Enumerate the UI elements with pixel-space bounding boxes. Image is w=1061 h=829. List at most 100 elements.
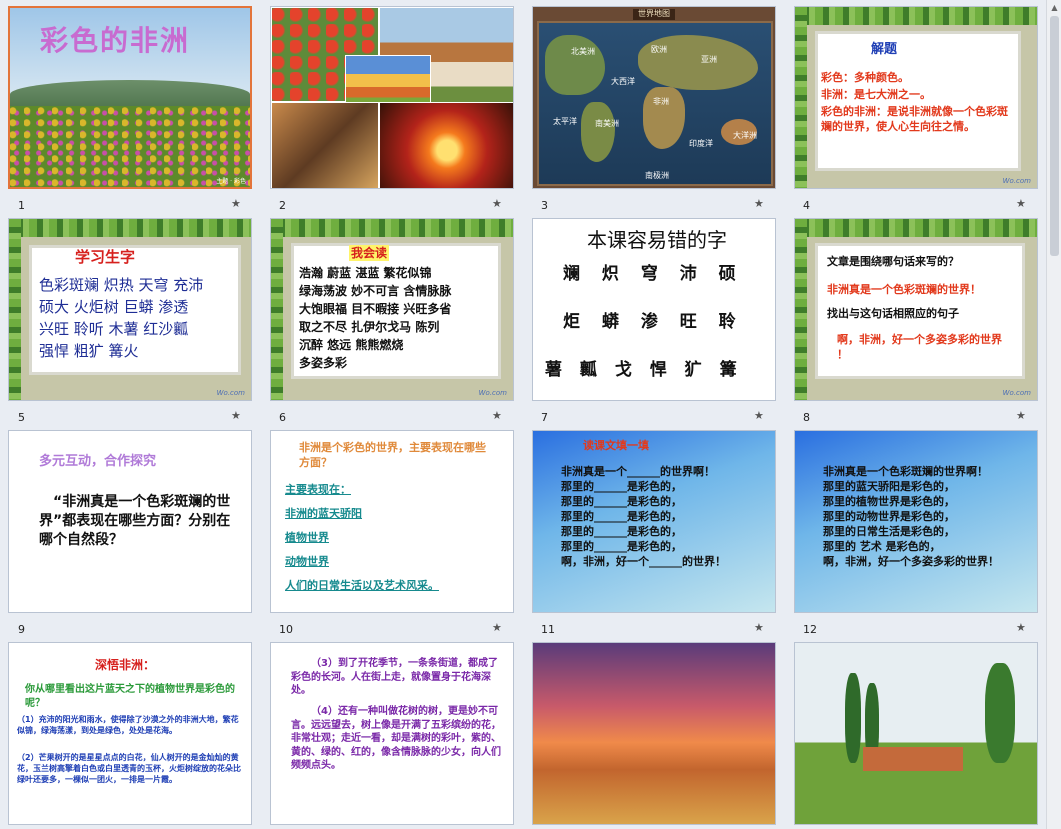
animation-star-icon[interactable]: ★ bbox=[1016, 197, 1026, 210]
slide-12-line: 那里的动物世界是彩色的， bbox=[823, 510, 955, 523]
slide-thumbnail-13[interactable]: 深悟非洲： 你从哪里看出这片蓝天之下的植物世界是彩色的呢？ （1）充沛的阳光和雨… bbox=[8, 642, 252, 825]
slide-10-item: 动物世界 bbox=[285, 555, 329, 568]
slide-10-item: 人们的日常生活以及艺术风采。 bbox=[285, 579, 439, 592]
slide-11-line: 啊，非洲，好一个______的世界！ bbox=[561, 555, 726, 568]
slide-4-line: 彩色：多种颜色。 bbox=[821, 71, 909, 84]
map-title: 世界地图 bbox=[633, 9, 675, 20]
slide-10-intro: 主要表现在： bbox=[285, 483, 351, 496]
slide-12-line: 非洲真是一个色彩斑斓的世界啊！ bbox=[823, 465, 988, 478]
slide-thumbnail-15[interactable] bbox=[532, 642, 776, 825]
animation-star-icon[interactable]: ★ bbox=[1016, 621, 1026, 634]
photo-dancers bbox=[271, 102, 379, 188]
slide-number-4: 4 bbox=[803, 199, 810, 212]
slide-number-7: 7 bbox=[541, 411, 548, 424]
slide-13-heading: 深悟非洲： bbox=[95, 658, 156, 672]
animation-star-icon[interactable]: ★ bbox=[492, 197, 502, 210]
slide-thumbnail-10[interactable]: 非洲是个彩色的世界，主要表现在哪些方面？ 主要表现在： 非洲的蓝天骄阳 植物世界… bbox=[270, 430, 514, 613]
slide-5-row: 色彩斑斓 炽热 天穹 充沛 bbox=[39, 276, 204, 294]
slide-number-6: 6 bbox=[279, 411, 286, 424]
slide-6-heading: 我会读 bbox=[349, 245, 390, 262]
map-label: 南美洲 bbox=[595, 119, 619, 128]
slide-thumbnail-8[interactable]: 文章是围绕哪句话来写的？ 非洲真是一个色彩斑斓的世界！ 找出与这句话相照应的句子… bbox=[794, 218, 1038, 401]
slide-number-5: 5 bbox=[18, 411, 25, 424]
slide-thumbnail-12[interactable]: 非洲真是一个色彩斑斓的世界啊！ 那里的蓝天骄阳是彩色的， 那里的植物世界是彩色的… bbox=[794, 430, 1038, 613]
map-label: 大西洋 bbox=[611, 77, 635, 86]
animation-star-icon[interactable]: ★ bbox=[492, 409, 502, 422]
slide-13-paragraph: （1）充沛的阳光和雨水，使得除了沙漠之外的非洲大地，繁花似锦，绿海荡漾，到处是绿… bbox=[17, 715, 239, 735]
slide-number-11: 11 bbox=[541, 623, 555, 636]
slide-number-1: 1 bbox=[18, 199, 25, 212]
photo-sunset bbox=[379, 102, 513, 188]
slide-sorter: 彩色的非洲 主题 · 彩色 1 ★ 2 ★ 世界地图 北美洲 欧洲 亚洲 大西洋… bbox=[0, 0, 1046, 829]
slide-number-8: 8 bbox=[803, 411, 810, 424]
slide-thumbnail-1[interactable]: 彩色的非洲 主题 · 彩色 bbox=[8, 6, 252, 189]
slide-thumbnail-6[interactable]: 我会读 浩瀚 蔚蓝 湛蓝 繁花似锦 绿海荡波 妙不可言 含情脉脉 大饱眼福 目不… bbox=[270, 218, 514, 401]
slide-14-paragraph: （4）还有一种叫做花树的树，更是妙不可言。远远望去，树上像是开满了五彩缤纷的花，… bbox=[291, 706, 501, 771]
slide-thumbnail-14[interactable]: （3）到了开花季节，一条条街道，都成了彩色的长河。人在街上走，就像置身于花海深处… bbox=[270, 642, 514, 825]
scroll-up-arrow-icon[interactable]: ▲ bbox=[1050, 3, 1059, 12]
slide-7-heading: 本课容易错的字 bbox=[587, 228, 727, 252]
slide-4-line: 非洲：是七大洲之一。 bbox=[821, 88, 931, 101]
slide-thumbnail-16[interactable] bbox=[794, 642, 1038, 825]
slide-13-paragraph: （2）芒果树开的是星星点点的白花，仙人树开的是金灿灿的黄花，玉兰树高擎着白色或白… bbox=[17, 753, 241, 784]
map-label: 大洋洲 bbox=[733, 131, 757, 140]
slide-7-row: 薯 瓤 戈 悍 犷 篝 bbox=[545, 360, 743, 380]
photo-fields bbox=[345, 55, 431, 109]
map-label: 印度洋 bbox=[689, 139, 713, 148]
map-label: 太平洋 bbox=[553, 117, 577, 126]
slide-thumbnail-5[interactable]: 学习生字 色彩斑斓 炽热 天穹 充沛 硕大 火炬树 巨蟒 渗透 兴旺 聆听 木薯… bbox=[8, 218, 252, 401]
slide-1-title: 彩色的非洲 bbox=[40, 24, 191, 57]
slide-11-line: 那里的______是彩色的， bbox=[561, 525, 682, 538]
slide-thumbnail-7[interactable]: 本课容易错的字 斓 炽 穹 沛 硕 炬 蟒 渗 旺 聆 薯 瓤 戈 悍 犷 篝 bbox=[532, 218, 776, 401]
slide-number-3: 3 bbox=[541, 199, 548, 212]
animation-star-icon[interactable]: ★ bbox=[1016, 409, 1026, 422]
slide-10-item: 非洲的蓝天骄阳 bbox=[285, 507, 362, 520]
slide-11-line: 那里的______是彩色的， bbox=[561, 510, 682, 523]
slide-5-row: 兴旺 聆听 木薯 红沙瓤 bbox=[39, 320, 189, 338]
slide-8-question: 文章是围绕哪句话来写的？ bbox=[827, 255, 959, 268]
map-label: 非洲 bbox=[653, 97, 669, 106]
slide-number-2: 2 bbox=[279, 199, 286, 212]
slide-12-line: 啊，非洲，好一个多姿多彩的世界！ bbox=[823, 555, 999, 568]
slide-6-row: 沉醉 悠远 熊熊燃烧 bbox=[299, 338, 404, 352]
scrollbar-thumb[interactable] bbox=[1050, 16, 1059, 256]
slide-6-row: 多姿多彩 bbox=[299, 356, 348, 370]
slide-12-line: 那里的日常生活是彩色的， bbox=[823, 525, 955, 538]
map-label: 欧洲 bbox=[651, 45, 667, 54]
slide-11-line: 那里的______是彩色的， bbox=[561, 540, 682, 553]
slide-6-row: 绿海荡波 妙不可言 含情脉脉 bbox=[299, 284, 452, 298]
slide-6-row: 取之不尽 扎伊尔戈马 陈列 bbox=[299, 320, 440, 334]
slide-11-line: 非洲真是一个______的世界啊！ bbox=[561, 465, 715, 478]
slide-7-row: 炬 蟒 渗 旺 聆 bbox=[563, 312, 744, 332]
slide-thumbnail-4[interactable]: 解题 彩色：多种颜色。 非洲：是七大洲之一。 彩色的非洲：是说非洲就像一个色彩斑… bbox=[794, 6, 1038, 189]
animation-star-icon[interactable]: ★ bbox=[231, 197, 241, 210]
slide-11-line: 那里的______是彩色的， bbox=[561, 495, 682, 508]
slide-4-line: 彩色的非洲：是说非洲就像一个色彩斑斓的世界，使人心生向往之情。 bbox=[821, 105, 1008, 133]
slide-10-question: 非洲是个彩色的世界，主要表现在哪些方面？ bbox=[299, 441, 486, 469]
slide-13-question: 你从哪里看出这片蓝天之下的植物世界是彩色的呢？ bbox=[25, 684, 235, 709]
slide-number-9: 9 bbox=[18, 623, 25, 636]
slide-thumbnail-3[interactable]: 世界地图 北美洲 欧洲 亚洲 大西洋 非洲 太平洋 南美洲 印度洋 大洋洲 南极… bbox=[532, 6, 776, 189]
animation-star-icon[interactable]: ★ bbox=[754, 197, 764, 210]
slide-12-line: 那里的蓝天骄阳是彩色的， bbox=[823, 480, 955, 493]
vertical-scrollbar[interactable]: ▲ bbox=[1046, 0, 1061, 829]
map-label: 南极洲 bbox=[645, 171, 669, 180]
animation-star-icon[interactable]: ★ bbox=[754, 409, 764, 422]
slide-12-line: 那里的植物世界是彩色的， bbox=[823, 495, 955, 508]
animation-star-icon[interactable]: ★ bbox=[754, 621, 764, 634]
animation-star-icon[interactable]: ★ bbox=[231, 409, 241, 422]
map-label: 北美洲 bbox=[571, 47, 595, 56]
slide-number-12: 12 bbox=[803, 623, 817, 636]
slide-11-line: 那里的______是彩色的， bbox=[561, 480, 682, 493]
slide-6-row: 浩瀚 蔚蓝 湛蓝 繁花似锦 bbox=[299, 266, 432, 280]
slide-11-heading: 读课文填一填 bbox=[583, 439, 649, 452]
map-label: 亚洲 bbox=[701, 55, 717, 64]
slide-5-heading: 学习生字 bbox=[75, 248, 136, 266]
animation-star-icon[interactable]: ★ bbox=[492, 621, 502, 634]
slide-thumbnail-9[interactable]: 多元互动，合作探究 “非洲真是一个色彩斑斓的世界”都表现在哪些方面？分别在哪个自… bbox=[8, 430, 252, 613]
slide-4-heading: 解题 bbox=[871, 42, 898, 57]
slide-5-row: 硕大 火炬树 巨蟒 渗透 bbox=[39, 298, 189, 316]
slide-thumbnail-2[interactable] bbox=[270, 6, 514, 189]
slide-thumbnail-11[interactable]: 读课文填一填 非洲真是一个______的世界啊！ 那里的______是彩色的， … bbox=[532, 430, 776, 613]
slide-7-row: 斓 炽 穹 沛 硕 bbox=[563, 264, 744, 284]
